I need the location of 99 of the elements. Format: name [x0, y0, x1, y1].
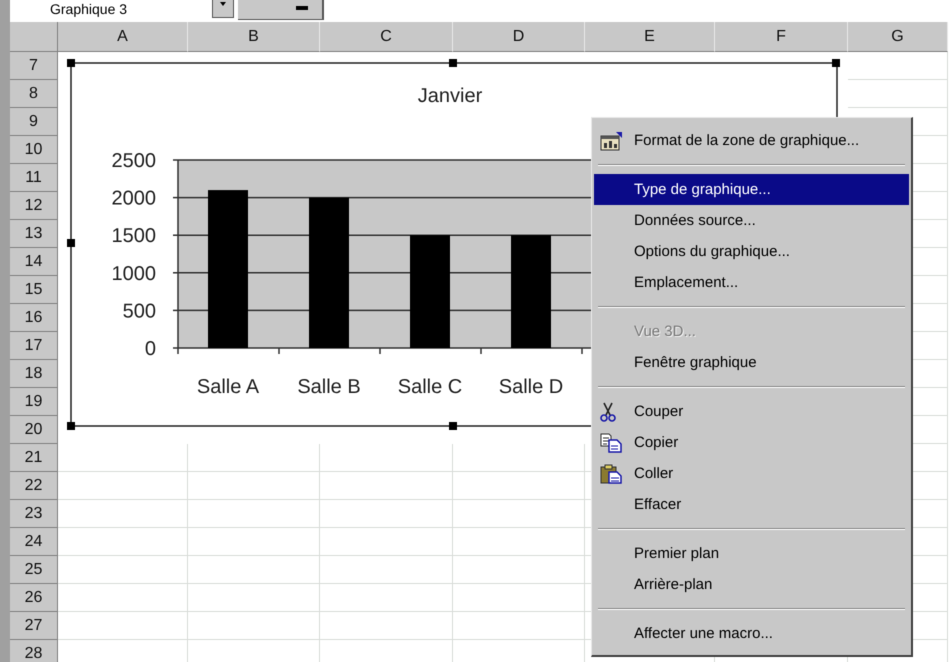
row-header[interactable]: 8	[10, 80, 58, 108]
column-header[interactable]: G	[848, 22, 948, 52]
row-header[interactable]: 17	[10, 332, 58, 360]
row-header[interactable]: 24	[10, 528, 58, 556]
row-header[interactable]: 18	[10, 360, 58, 388]
clipboard-icon	[600, 464, 624, 484]
spreadsheet-cell[interactable]	[188, 612, 320, 640]
spreadsheet-cell[interactable]	[453, 612, 585, 640]
row-header[interactable]: 21	[10, 444, 58, 472]
menu-item[interactable]: Données source...	[594, 205, 909, 236]
menu-item[interactable]: Type de graphique...	[594, 174, 909, 205]
row-header[interactable]: 13	[10, 220, 58, 248]
spreadsheet-cell[interactable]	[58, 612, 188, 640]
spreadsheet-cell[interactable]	[58, 584, 188, 612]
spreadsheet-cell[interactable]	[848, 80, 948, 108]
spreadsheet-cell[interactable]	[320, 556, 453, 584]
spreadsheet-cell[interactable]	[320, 612, 453, 640]
spreadsheet-cell[interactable]	[58, 472, 188, 500]
row-header[interactable]: 27	[10, 612, 58, 640]
spreadsheet-cell[interactable]	[188, 500, 320, 528]
scissors-icon	[600, 402, 616, 422]
row-header[interactable]: 25	[10, 556, 58, 584]
formula-button[interactable]	[238, 0, 324, 20]
spreadsheet-cell[interactable]	[453, 556, 585, 584]
row-header[interactable]: 11	[10, 164, 58, 192]
spreadsheet-cell[interactable]	[848, 52, 948, 80]
row-header[interactable]: 14	[10, 248, 58, 276]
axis-label: 0	[144, 338, 156, 360]
spreadsheet-cell[interactable]	[58, 500, 188, 528]
name-box[interactable]: Graphique 3	[40, 0, 200, 20]
caret-icon	[220, 2, 226, 6]
spreadsheet-cell[interactable]	[320, 584, 453, 612]
axis-label: 2500	[112, 150, 156, 172]
menu-item[interactable]: Affecter une macro...	[594, 618, 909, 649]
spreadsheet-cell[interactable]	[453, 444, 585, 472]
resize-handle[interactable]	[832, 59, 840, 67]
menu-item[interactable]: Format de la zone de graphique...	[594, 125, 909, 156]
column-header[interactable]: D	[453, 22, 585, 52]
resize-handle[interactable]	[449, 59, 457, 67]
menu-item[interactable]: Premier plan	[594, 538, 909, 569]
spreadsheet-cell[interactable]	[453, 472, 585, 500]
axis-label: Salle B	[297, 376, 361, 398]
axis-label: 1000	[112, 262, 156, 285]
axis-label: 500	[122, 300, 156, 322]
menu-item[interactable]: Options du graphique...	[594, 236, 909, 267]
spreadsheet-cell[interactable]	[58, 528, 188, 556]
row-header[interactable]: 7	[10, 52, 58, 80]
row-header[interactable]: 23	[10, 500, 58, 528]
dash-icon	[296, 6, 308, 10]
spreadsheet-cell[interactable]	[188, 556, 320, 584]
spreadsheet-cell[interactable]	[320, 528, 453, 556]
row-header[interactable]: 20	[10, 416, 58, 444]
column-header[interactable]: A	[58, 22, 188, 52]
row-header[interactable]: 26	[10, 584, 58, 612]
row-header[interactable]: 22	[10, 472, 58, 500]
dropdown-button[interactable]	[212, 0, 234, 18]
row-header[interactable]: 15	[10, 276, 58, 304]
spreadsheet-cell[interactable]	[58, 556, 188, 584]
axis-label: Salle C	[398, 376, 462, 398]
column-header[interactable]: C	[320, 22, 453, 52]
axis-label: 2000	[112, 188, 156, 210]
spreadsheet-cell[interactable]	[453, 528, 585, 556]
axis-label: 1500	[112, 225, 156, 248]
chart-title: Janvier	[418, 85, 482, 107]
spreadsheet-cell[interactable]	[320, 500, 453, 528]
resize-handle[interactable]	[67, 422, 75, 430]
spreadsheet-cell[interactable]	[188, 584, 320, 612]
row-header[interactable]: 19	[10, 388, 58, 416]
column-header[interactable]: F	[715, 22, 848, 52]
spreadsheet-cell[interactable]	[188, 472, 320, 500]
row-header[interactable]: 28	[10, 640, 58, 662]
select-all-button[interactable]	[10, 22, 58, 52]
spreadsheet-cell[interactable]	[320, 472, 453, 500]
row-header[interactable]: 16	[10, 304, 58, 332]
spreadsheet-cell[interactable]	[453, 500, 585, 528]
row-header[interactable]: 12	[10, 192, 58, 220]
menu-item[interactable]: Copier	[594, 427, 909, 458]
spreadsheet-cell[interactable]	[58, 444, 188, 472]
axis-label: Salle A	[196, 376, 260, 398]
menu-item[interactable]: Couper	[594, 396, 909, 427]
column-header[interactable]: B	[188, 22, 320, 52]
column-header[interactable]: E	[585, 22, 715, 52]
menu-item[interactable]: Emplacement...	[594, 267, 909, 298]
spreadsheet-cell[interactable]	[320, 444, 453, 472]
spreadsheet-cell[interactable]	[188, 528, 320, 556]
menu-item[interactable]: Arrière-plan	[594, 569, 909, 600]
row-header[interactable]: 9	[10, 108, 58, 136]
menu-item[interactable]: Fenêtre graphique	[594, 347, 909, 378]
resize-handle[interactable]	[449, 422, 457, 430]
row-header[interactable]: 10	[10, 136, 58, 164]
spreadsheet-cell[interactable]	[188, 444, 320, 472]
axis-label: Salle D	[498, 376, 564, 398]
resize-handle[interactable]	[67, 59, 75, 67]
menu-item[interactable]: Effacer	[594, 489, 909, 520]
copy-icon	[600, 432, 624, 452]
menu-item[interactable]: Coller	[594, 458, 909, 489]
chart-window-icon	[600, 130, 624, 150]
spreadsheet-cell[interactable]	[453, 584, 585, 612]
resize-handle[interactable]	[67, 239, 75, 247]
